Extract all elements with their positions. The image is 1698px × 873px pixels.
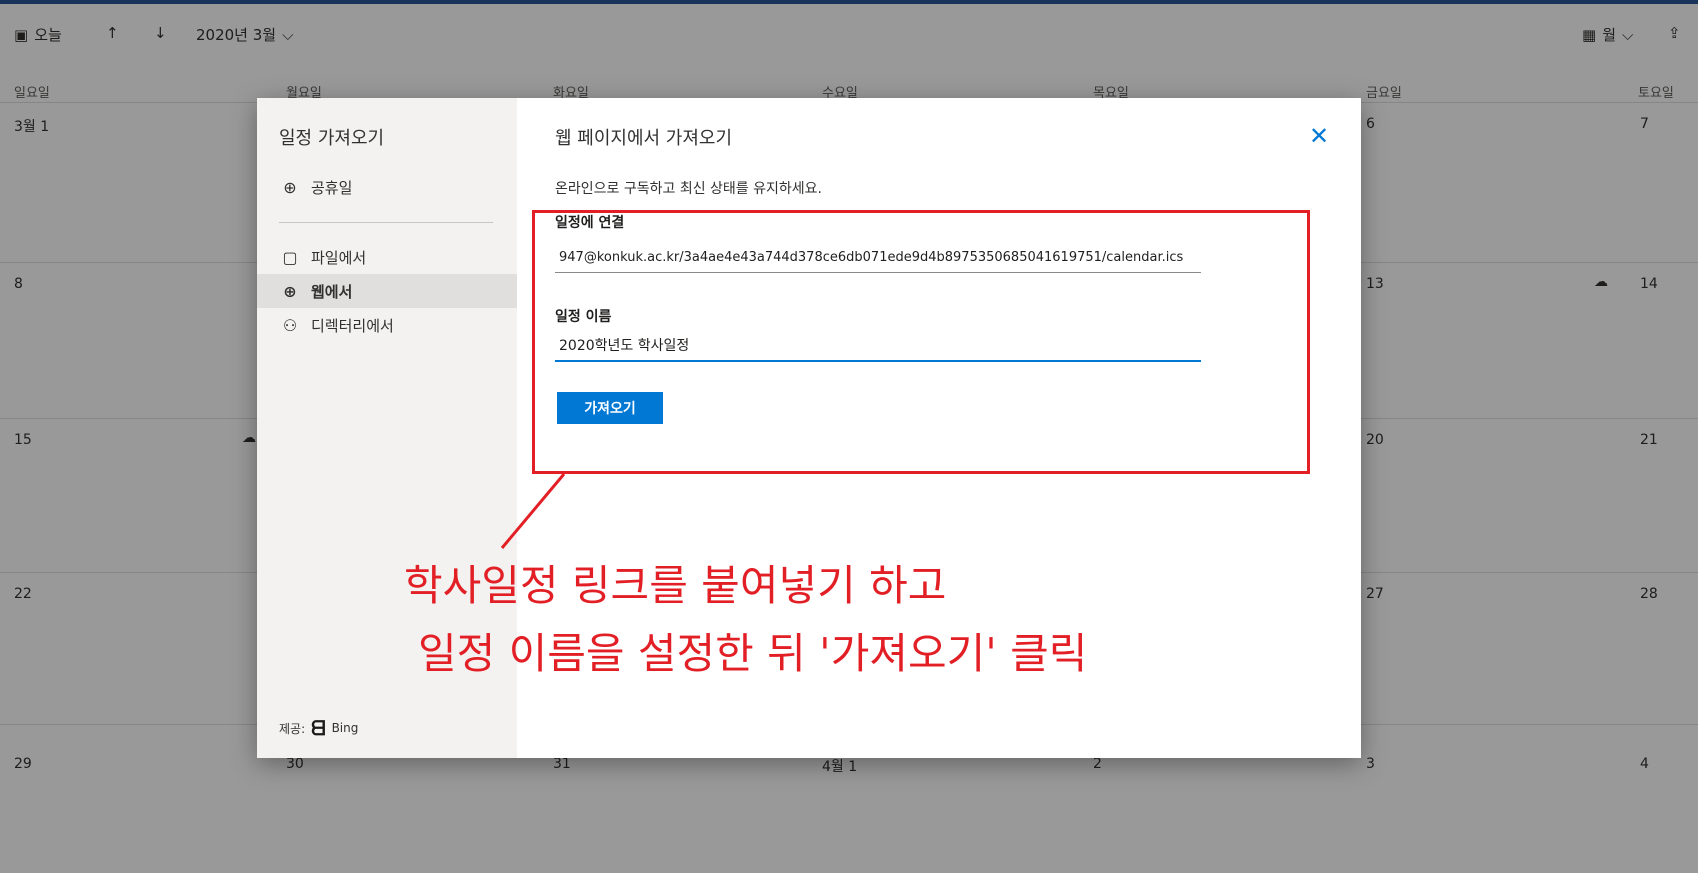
annotation-text-line1: 학사일정 링크를 붙여넣기 하고 <box>404 561 947 610</box>
annotation-pointer-line <box>500 473 566 549</box>
annotation-text-line2: 일정 이름을 설정한 뒤 '가져오기' 클릭 <box>418 629 1088 678</box>
